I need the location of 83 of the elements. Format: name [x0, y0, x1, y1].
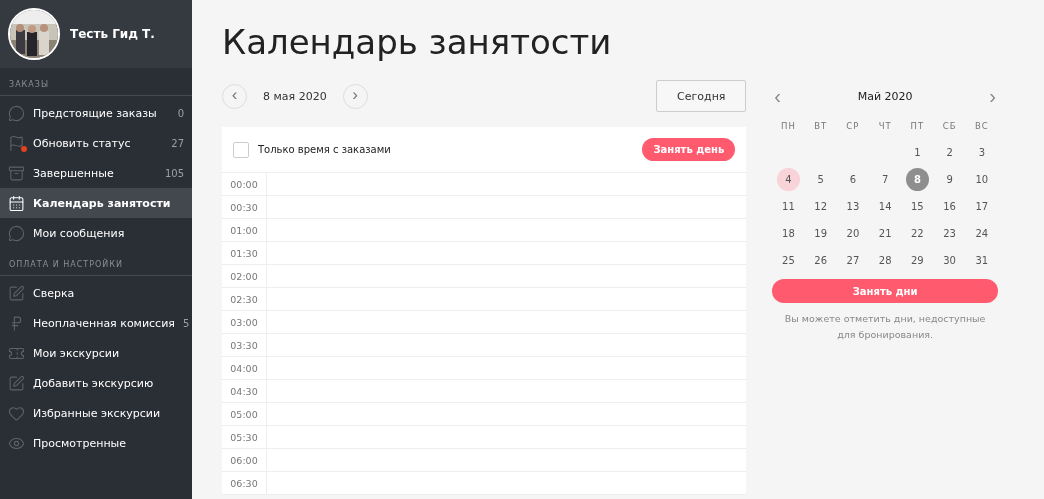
time-label: 05:00 — [222, 403, 267, 425]
sidebar-item[interactable]: Неоплаченная комиссия 5 — [0, 308, 192, 338]
time-label: 06:00 — [222, 449, 267, 471]
calendar-day[interactable]: 15 — [905, 195, 929, 218]
heart-icon — [8, 404, 25, 422]
sidebar-item[interactable]: Мои экскурсии — [0, 338, 192, 368]
item-count: 0 — [177, 107, 184, 119]
calendar-day[interactable]: 21 — [873, 222, 897, 245]
calendar-day[interactable]: 13 — [841, 195, 865, 218]
time-label: 06:30 — [222, 472, 267, 494]
chat-bubble-icon — [8, 104, 25, 122]
section-title: ОПЛАТА И НАСТРОЙКИ — [0, 248, 192, 276]
time-label: 01:00 — [222, 219, 267, 241]
time-label: 00:30 — [222, 196, 267, 218]
calendar-day[interactable]: 18 — [776, 222, 800, 245]
calendar-day[interactable]: 2 — [938, 141, 962, 164]
time-label: 04:30 — [222, 380, 267, 402]
calendar-day[interactable]: 4 — [776, 168, 800, 191]
calendar-day[interactable]: 29 — [905, 249, 929, 272]
edit-icon — [8, 374, 25, 392]
calendar-day[interactable]: 19 — [809, 222, 833, 245]
archive-icon — [8, 164, 25, 182]
today-button[interactable]: Сегодня — [656, 80, 747, 112]
calendar-day[interactable]: 12 — [809, 195, 833, 218]
calendar-day[interactable]: 30 — [938, 249, 962, 272]
weekday-label: ВС — [975, 120, 989, 131]
sidebar-item[interactable]: Мои сообщения — [0, 218, 192, 248]
current-date: 8 мая 2020 — [263, 89, 327, 103]
user-name: Тесть Гид Т. — [70, 27, 155, 41]
sidebar-item[interactable]: Избранные экскурсии — [0, 398, 192, 428]
item-count: 27 — [171, 137, 184, 149]
time-label: 05:30 — [222, 426, 267, 448]
calendar-day[interactable]: 10 — [970, 168, 994, 191]
month-title: Май 2020 — [857, 89, 913, 103]
weekday-label: ПТ — [910, 120, 925, 131]
time-label: 02:30 — [222, 288, 267, 310]
calendar-day[interactable]: 26 — [809, 249, 833, 272]
calendar-day[interactable]: 3 — [970, 141, 994, 164]
calendar-day[interactable]: 9 — [938, 168, 962, 191]
edit-icon — [8, 284, 25, 302]
weekday-label: СБ — [942, 120, 957, 131]
calendar-day[interactable]: 22 — [905, 222, 929, 245]
calendar-day[interactable]: 5 — [809, 168, 833, 191]
weekday-label: ВТ — [814, 120, 828, 131]
time-label: 00:00 — [222, 173, 267, 195]
calendar-day[interactable]: 11 — [776, 195, 800, 218]
weekday-label: СР — [846, 120, 860, 131]
item-count: 5 — [182, 317, 190, 329]
time-label: 03:00 — [222, 311, 267, 333]
hint-text: Вы можете отметить дни, недоступные для бронирования. — [783, 312, 987, 342]
sidebar-item[interactable]: Завершенные 105 — [0, 158, 192, 188]
calendar-day[interactable]: 1 — [905, 141, 929, 164]
time-label: 02:00 — [222, 265, 267, 287]
calendar-day[interactable]: 7 — [873, 168, 897, 191]
time-label: 04:00 — [222, 357, 267, 379]
checkbox[interactable] — [233, 141, 249, 158]
time-label: 03:30 — [222, 334, 267, 356]
sidebar-item[interactable]: Добавить экскурсию — [0, 368, 192, 398]
weekday-label: ПН — [781, 120, 796, 131]
calendar-day[interactable]: 20 — [841, 222, 865, 245]
calendar-day[interactable]: 16 — [938, 195, 962, 218]
time-label: 01:30 — [222, 242, 267, 264]
chat-bubble-icon — [8, 224, 25, 242]
calendar-day[interactable]: 17 — [970, 195, 994, 218]
calendar-day[interactable]: 27 — [841, 249, 865, 272]
calendar-day[interactable]: 31 — [970, 249, 994, 272]
calendar-day[interactable]: 14 — [873, 195, 897, 218]
calendar-day[interactable]: 25 — [776, 249, 800, 272]
section-title: ЗАКАЗЫ — [0, 68, 192, 96]
page-title: Календарь занятости — [222, 22, 613, 62]
sidebar-item[interactable]: Сверка — [0, 278, 192, 308]
calendar-day[interactable]: 28 — [873, 249, 897, 272]
item-count: 105 — [164, 167, 184, 179]
calendar-day[interactable]: 23 — [938, 222, 962, 245]
sidebar-item[interactable]: Обновить статус 27 — [0, 128, 192, 158]
sidebar-item[interactable]: Просмотренные — [0, 428, 192, 458]
sidebar-item[interactable]: Предстоящие заказы 0 — [0, 98, 192, 128]
sidebar-item[interactable]: Календарь занятости — [0, 188, 192, 218]
checkbox-label: Только время с заказами — [258, 144, 391, 155]
weekday-label: ЧТ — [878, 120, 892, 131]
calendar-day[interactable]: 24 — [970, 222, 994, 245]
calendar-day[interactable]: 6 — [841, 168, 865, 191]
calendar-icon — [8, 194, 25, 212]
